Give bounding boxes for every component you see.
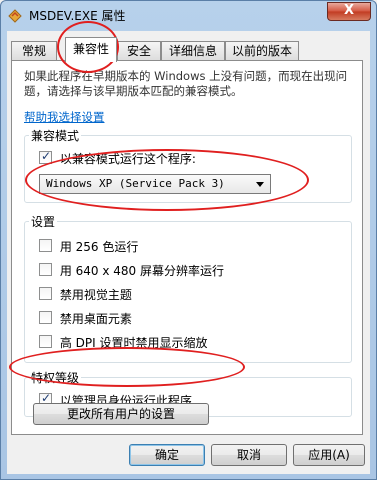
setting-visual-themes-row[interactable]: 禁用视觉主题 (39, 286, 132, 302)
dialog-client: 常规 兼容性 安全 详细信息 以前的版本 如果此程序在早期版本的 Windows… (7, 31, 370, 474)
compat-mode-group: 兼容模式 以兼容模式运行这个程序: Windows XP (Service Pa… (24, 127, 352, 203)
setting-640x480-checkbox[interactable] (39, 263, 52, 276)
close-button[interactable]: X (327, 2, 371, 21)
tab-general[interactable]: 常规 (11, 41, 57, 61)
setting-desktop-composition-label: 禁用桌面元素 (59, 312, 132, 326)
privilege-label: 特权等级 (29, 369, 82, 386)
tab-details[interactable]: 详细信息 (161, 41, 225, 61)
compatibility-panel: 如果此程序在早期版本的 Windows 上没有问题，而现在出现问题，请选择与该早… (11, 60, 363, 435)
setting-desktop-composition-row[interactable]: 禁用桌面元素 (39, 310, 132, 326)
setting-visual-themes-checkbox[interactable] (39, 287, 52, 300)
change-all-users-button[interactable]: 更改所有用户的设置 (33, 403, 209, 425)
os-select[interactable]: Windows XP (Service Pack 3) (39, 174, 271, 194)
setting-256-color-label: 用 256 色运行 (59, 240, 139, 254)
setting-640x480-row[interactable]: 用 640 x 480 屏幕分辨率运行 (39, 262, 224, 278)
window-title: MSDEV.EXE 属性 (29, 9, 126, 23)
tab-previous-versions[interactable]: 以前的版本 (225, 41, 299, 61)
os-select-value: Windows XP (Service Pack 3) (46, 177, 225, 190)
tab-compatibility[interactable]: 兼容性 (65, 37, 117, 62)
setting-visual-themes-label: 禁用视觉主题 (59, 288, 132, 302)
settings-group: 设置 用 256 色运行 用 640 x 480 屏幕分辨率运行 禁用视觉主题 … (24, 213, 352, 363)
title-bar[interactable]: MSDEV.EXE 属性 X (1, 1, 376, 29)
app-icon (8, 9, 22, 23)
cancel-button[interactable]: 取消 (211, 444, 287, 466)
chevron-down-icon (256, 182, 264, 187)
help-link[interactable]: 帮助我选择设置 (24, 109, 105, 125)
properties-window: MSDEV.EXE 属性 X 常规 兼容性 安全 详细信息 以前的版本 如果此程… (0, 0, 377, 480)
intro-text: 如果此程序在早期版本的 Windows 上没有问题，而现在出现问题，请选择与该早… (24, 69, 348, 98)
compat-mode-label: 兼容模式 (29, 127, 82, 144)
settings-label: 设置 (29, 213, 58, 230)
compat-mode-checkbox-label: 以兼容模式运行这个程序: (59, 152, 196, 166)
setting-dpi-scaling-label: 高 DPI 设置时禁用显示缩放 (59, 336, 208, 350)
setting-dpi-scaling-row[interactable]: 高 DPI 设置时禁用显示缩放 (39, 334, 207, 350)
setting-dpi-scaling-checkbox[interactable] (39, 335, 52, 348)
ok-button[interactable]: 确定 (129, 444, 205, 466)
tab-security[interactable]: 安全 (117, 41, 161, 61)
setting-256-color-row[interactable]: 用 256 色运行 (39, 238, 138, 254)
setting-desktop-composition-checkbox[interactable] (39, 311, 52, 324)
compat-mode-checkbox-row[interactable]: 以兼容模式运行这个程序: (39, 149, 196, 166)
setting-640x480-label: 用 640 x 480 屏幕分辨率运行 (59, 264, 224, 278)
setting-256-color-checkbox[interactable] (39, 239, 52, 252)
compat-mode-checkbox[interactable] (39, 149, 52, 164)
apply-button[interactable]: 应用(A) (293, 444, 365, 466)
close-icon: X (343, 3, 355, 18)
